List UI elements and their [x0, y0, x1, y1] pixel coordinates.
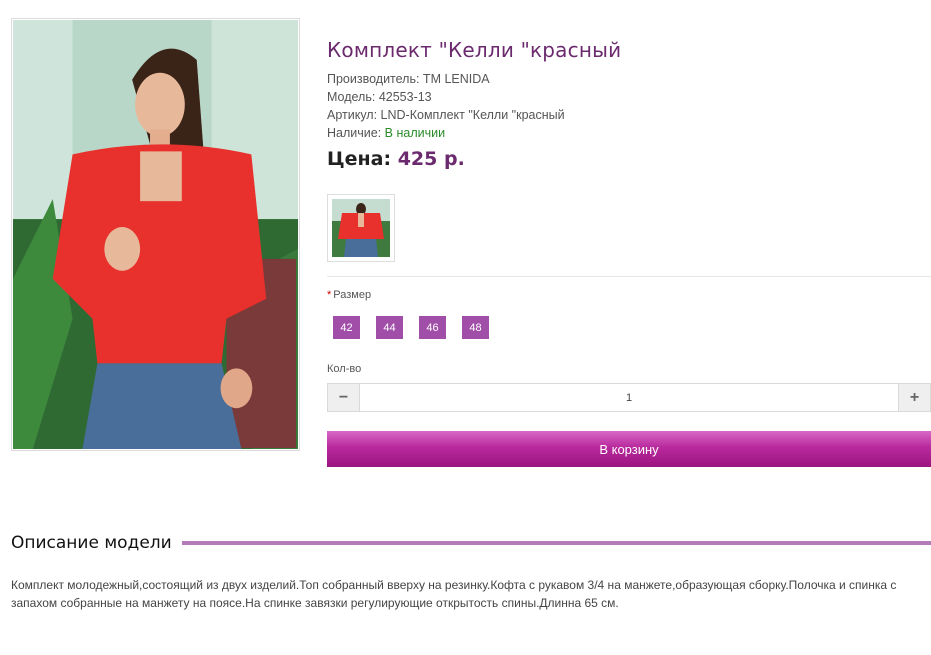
availability-value: В наличии — [384, 126, 446, 140]
size-label-text: Размер — [333, 289, 372, 301]
price-label: Цена: — [327, 148, 392, 170]
add-to-cart-button[interactable]: В корзину — [327, 431, 931, 467]
size-options: 42 44 46 48 — [333, 316, 489, 339]
quantity-label: Кол-во — [327, 363, 362, 375]
size-option-46[interactable]: 46 — [419, 316, 446, 339]
size-option-48[interactable]: 48 — [462, 316, 489, 339]
description-divider — [181, 541, 931, 545]
product-thumbnail[interactable] — [327, 194, 395, 262]
size-option-44[interactable]: 44 — [376, 316, 403, 339]
size-label: * Размер — [327, 289, 371, 301]
quantity-minus-button[interactable]: − — [328, 384, 359, 411]
manufacturer-text: Производитель: TM LENIDA — [327, 72, 490, 86]
product-main-image[interactable] — [11, 18, 300, 451]
product-meta: Производитель: TM LENIDA Модель: 42553-1… — [327, 70, 565, 142]
size-option-42[interactable]: 42 — [333, 316, 360, 339]
description-heading: Описание модели — [11, 533, 172, 553]
description-text: Комплект молодежный,состоящий из двух из… — [11, 578, 897, 610]
price-value: 425 р. — [397, 148, 465, 170]
product-title: Комплект "Келли "красный — [327, 38, 622, 62]
description-header: Описание модели — [11, 532, 931, 554]
quantity-stepper: − + — [327, 383, 931, 412]
model-text: Модель: 42553-13 — [327, 90, 432, 104]
quantity-plus-button[interactable]: + — [899, 384, 930, 411]
required-mark: * — [327, 289, 332, 301]
sku-text: Артикул: LND-Комплект "Келли "красный — [327, 108, 565, 122]
options-divider — [327, 276, 931, 277]
quantity-input[interactable] — [359, 384, 899, 411]
availability-row: Наличие: В наличии — [327, 124, 565, 142]
availability-label: Наличие: — [327, 126, 382, 140]
price-row: Цена: 425 р. — [327, 148, 465, 170]
